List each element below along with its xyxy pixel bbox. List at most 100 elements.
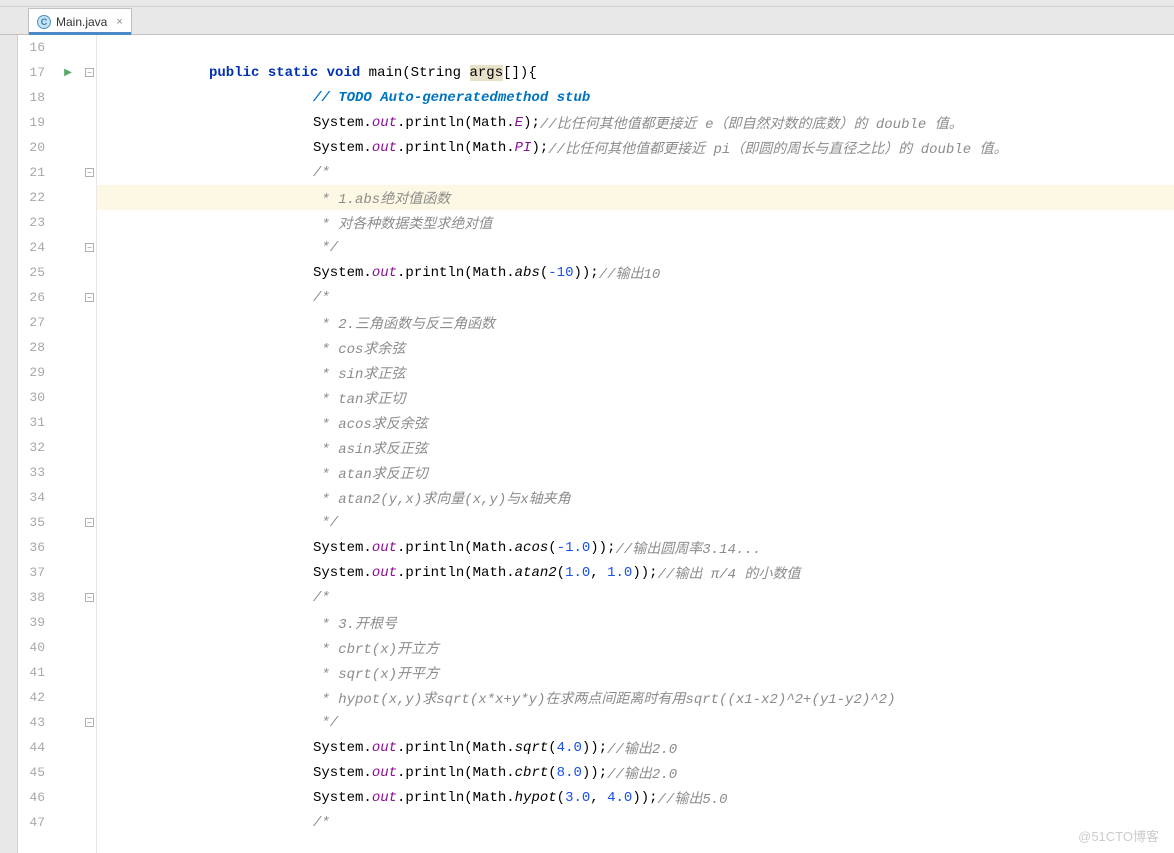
fold-cell bbox=[83, 110, 96, 135]
line-number: 45 bbox=[18, 760, 53, 785]
code-line[interactable]: System.out.println(Math.sqrt(4.0));//输出2… bbox=[97, 735, 1174, 760]
code-line[interactable]: * asin求反正弦 bbox=[97, 435, 1174, 460]
fold-cell bbox=[83, 560, 96, 585]
watermark: @51CTO博客 bbox=[1078, 826, 1159, 845]
gutter-icon-cell bbox=[53, 535, 83, 560]
fold-open-icon[interactable]: − bbox=[85, 293, 94, 302]
code-line[interactable]: System.out.println(Math.abs(-10));//输出10 bbox=[97, 260, 1174, 285]
fold-cell bbox=[83, 735, 96, 760]
fold-open-icon[interactable]: − bbox=[85, 68, 94, 77]
gutter-icon-cell bbox=[53, 310, 83, 335]
line-number: 25 bbox=[18, 260, 53, 285]
tab-strip: C Main.java × bbox=[0, 7, 1174, 35]
code-line[interactable]: */ bbox=[97, 235, 1174, 260]
fold-cell bbox=[83, 135, 96, 160]
gutter-icon-cell bbox=[53, 760, 83, 785]
code-line[interactable]: * sin求正弦 bbox=[97, 360, 1174, 385]
line-number: 18 bbox=[18, 85, 53, 110]
gutter-icon-cell bbox=[53, 235, 83, 260]
gutter-icon-cell bbox=[53, 135, 83, 160]
code-line[interactable]: * acos求反余弦 bbox=[97, 410, 1174, 435]
code-line[interactable]: * hypot(x,y)求sqrt(x*x+y*y)在求两点间距离时有用sqrt… bbox=[97, 685, 1174, 710]
code-line[interactable]: /* bbox=[97, 285, 1174, 310]
fold-open-icon[interactable]: − bbox=[85, 593, 94, 602]
line-number: 30 bbox=[18, 385, 53, 410]
code-line[interactable]: /* bbox=[97, 160, 1174, 185]
gutter-icon-cell bbox=[53, 335, 83, 360]
fold-cell: − bbox=[83, 60, 96, 85]
line-number: 43 bbox=[18, 710, 53, 735]
code-line[interactable]: * tan求正切 bbox=[97, 385, 1174, 410]
line-number: 37 bbox=[18, 560, 53, 585]
fold-cell bbox=[83, 685, 96, 710]
line-number: 20 bbox=[18, 135, 53, 160]
gutter-icon-cell bbox=[53, 660, 83, 685]
code-line[interactable]: * 2.三角函数与反三角函数 bbox=[97, 310, 1174, 335]
code-line[interactable]: System.out.println(Math.cbrt(8.0));//输出2… bbox=[97, 760, 1174, 785]
code-line[interactable]: System.out.println(Math.acos(-1.0));//输出… bbox=[97, 535, 1174, 560]
code-line[interactable]: * 对各种数据类型求绝对值 bbox=[97, 210, 1174, 235]
line-number: 26 bbox=[18, 285, 53, 310]
code-line[interactable]: public static void main(String args[]){ bbox=[97, 60, 1174, 85]
fold-open-icon[interactable]: − bbox=[85, 168, 94, 177]
code-line[interactable]: * 1.abs绝对值函数 bbox=[97, 185, 1174, 210]
tab-label: Main.java bbox=[56, 15, 107, 29]
code-line[interactable]: * cbrt(x)开立方 bbox=[97, 635, 1174, 660]
fold-cell bbox=[83, 385, 96, 410]
line-number: 41 bbox=[18, 660, 53, 685]
left-tool-strip bbox=[0, 35, 18, 853]
close-icon[interactable]: × bbox=[116, 16, 122, 28]
code-line[interactable]: /* bbox=[97, 810, 1174, 835]
fold-cell: − bbox=[83, 285, 96, 310]
code-line[interactable]: System.out.println(Math.hypot(3.0, 4.0))… bbox=[97, 785, 1174, 810]
code-line[interactable]: */ bbox=[97, 510, 1174, 535]
fold-cell bbox=[83, 785, 96, 810]
line-number: 22 bbox=[18, 185, 53, 210]
fold-cell: − bbox=[83, 235, 96, 260]
code-line[interactable]: * atan2(y,x)求向量(x,y)与x轴夹角 bbox=[97, 485, 1174, 510]
gutter-icon-cell bbox=[53, 285, 83, 310]
code-line[interactable]: */ bbox=[97, 710, 1174, 735]
line-number: 32 bbox=[18, 435, 53, 460]
code-line[interactable]: System.out.println(Math.atan2(1.0, 1.0))… bbox=[97, 560, 1174, 585]
line-number: 24 bbox=[18, 235, 53, 260]
editor: 1617181920212223242526272829303132333435… bbox=[0, 35, 1174, 853]
gutter-icon-cell: ▶ bbox=[53, 60, 83, 85]
line-number: 31 bbox=[18, 410, 53, 435]
line-number: 29 bbox=[18, 360, 53, 385]
gutter-icon-cell bbox=[53, 85, 83, 110]
line-number: 33 bbox=[18, 460, 53, 485]
fold-cell bbox=[83, 485, 96, 510]
code-line[interactable]: System.out.println(Math.E);//比任何其他值都更接近 … bbox=[97, 110, 1174, 135]
code-area[interactable]: public static void main(String args[]){/… bbox=[97, 35, 1174, 853]
tab-main-java[interactable]: C Main.java × bbox=[28, 8, 132, 34]
fold-close-icon[interactable]: − bbox=[85, 718, 94, 727]
fold-column: − − − − − − − bbox=[83, 35, 97, 853]
line-number: 16 bbox=[18, 35, 53, 60]
fold-cell bbox=[83, 185, 96, 210]
code-line[interactable]: // TODO Auto-generatedmethod stub bbox=[97, 85, 1174, 110]
fold-close-icon[interactable]: − bbox=[85, 243, 94, 252]
gutter-icon-cell bbox=[53, 185, 83, 210]
line-number: 44 bbox=[18, 735, 53, 760]
code-line[interactable]: System.out.println(Math.PI);//比任何其他值都更接近… bbox=[97, 135, 1174, 160]
gutter-icon-cell bbox=[53, 485, 83, 510]
code-line[interactable]: /* bbox=[97, 585, 1174, 610]
gutter-icon-cell bbox=[53, 210, 83, 235]
line-number: 42 bbox=[18, 685, 53, 710]
line-number: 35 bbox=[18, 510, 53, 535]
line-number: 17 bbox=[18, 60, 53, 85]
code-line[interactable]: * 3.开根号 bbox=[97, 610, 1174, 635]
fold-close-icon[interactable]: − bbox=[85, 518, 94, 527]
code-line[interactable]: * atan求反正切 bbox=[97, 460, 1174, 485]
fold-cell bbox=[83, 610, 96, 635]
code-line[interactable]: * cos求余弦 bbox=[97, 335, 1174, 360]
fold-cell bbox=[83, 35, 96, 60]
code-line[interactable] bbox=[97, 35, 1174, 60]
gutter-icon-cell bbox=[53, 785, 83, 810]
code-line[interactable]: * sqrt(x)开平方 bbox=[97, 660, 1174, 685]
line-number: 34 bbox=[18, 485, 53, 510]
fold-cell bbox=[83, 210, 96, 235]
gutter-icon-cell bbox=[53, 610, 83, 635]
run-icon[interactable]: ▶ bbox=[64, 67, 72, 78]
